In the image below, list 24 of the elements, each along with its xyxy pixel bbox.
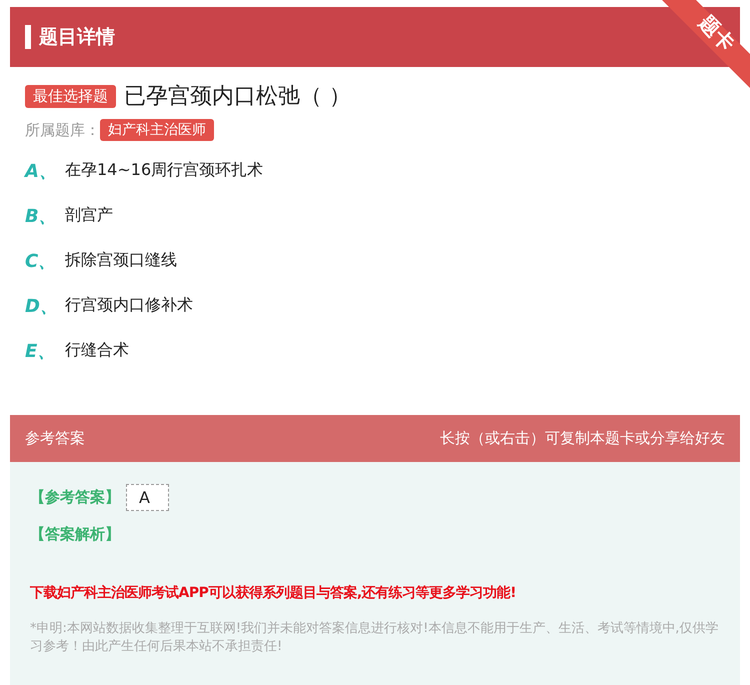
analysis-label: 【答案解析】 bbox=[30, 525, 121, 544]
corner-ribbon[interactable]: 题卡 bbox=[662, 0, 750, 88]
option-letter: A、 bbox=[25, 160, 55, 182]
option-text: 拆除宫颈口缝线 bbox=[65, 250, 177, 271]
option-text: 行宫颈内口修补术 bbox=[65, 295, 193, 316]
option-letter: E、 bbox=[25, 340, 55, 362]
question-text: 已孕宫颈内口松弛（ ） bbox=[124, 83, 351, 111]
disclaimer-text: *申明:本网站数据收集整理于互联网!我们并未能对答案信息进行核对!本信息不能用于生产、生活、考试等情境中,仅供学习参考！由此产生任何后果本站不承担责任! bbox=[30, 620, 720, 656]
option-letter: B、 bbox=[25, 204, 55, 228]
option-letter: C、 bbox=[25, 250, 55, 272]
bank-label: 所属题库： bbox=[25, 120, 100, 140]
bank-tag[interactable]: 妇产科主治医师 bbox=[100, 119, 214, 141]
page-title: 题目详情 bbox=[39, 25, 115, 50]
option-text: 行缝合术 bbox=[65, 340, 129, 361]
option-text: 在孕14~16周行宫颈环扎术 bbox=[65, 160, 264, 181]
answer-image: A bbox=[126, 484, 169, 511]
option-letter: D、 bbox=[25, 294, 55, 318]
title-marker-icon bbox=[25, 25, 31, 49]
share-hint: 长按（或右击）可复制本题卡或分享给好友 bbox=[440, 429, 725, 448]
option-text: 剖宫产 bbox=[65, 205, 113, 226]
question-type-tag: 最佳选择题 bbox=[25, 84, 116, 108]
app-promo-text[interactable]: 下载妇产科主治医师考试APP可以获得系列题目与答案,还有练习等更多学习功能! bbox=[30, 584, 720, 602]
answer-section-title: 参考答案 bbox=[25, 429, 85, 448]
answer-label: 【参考答案】 bbox=[30, 488, 120, 507]
